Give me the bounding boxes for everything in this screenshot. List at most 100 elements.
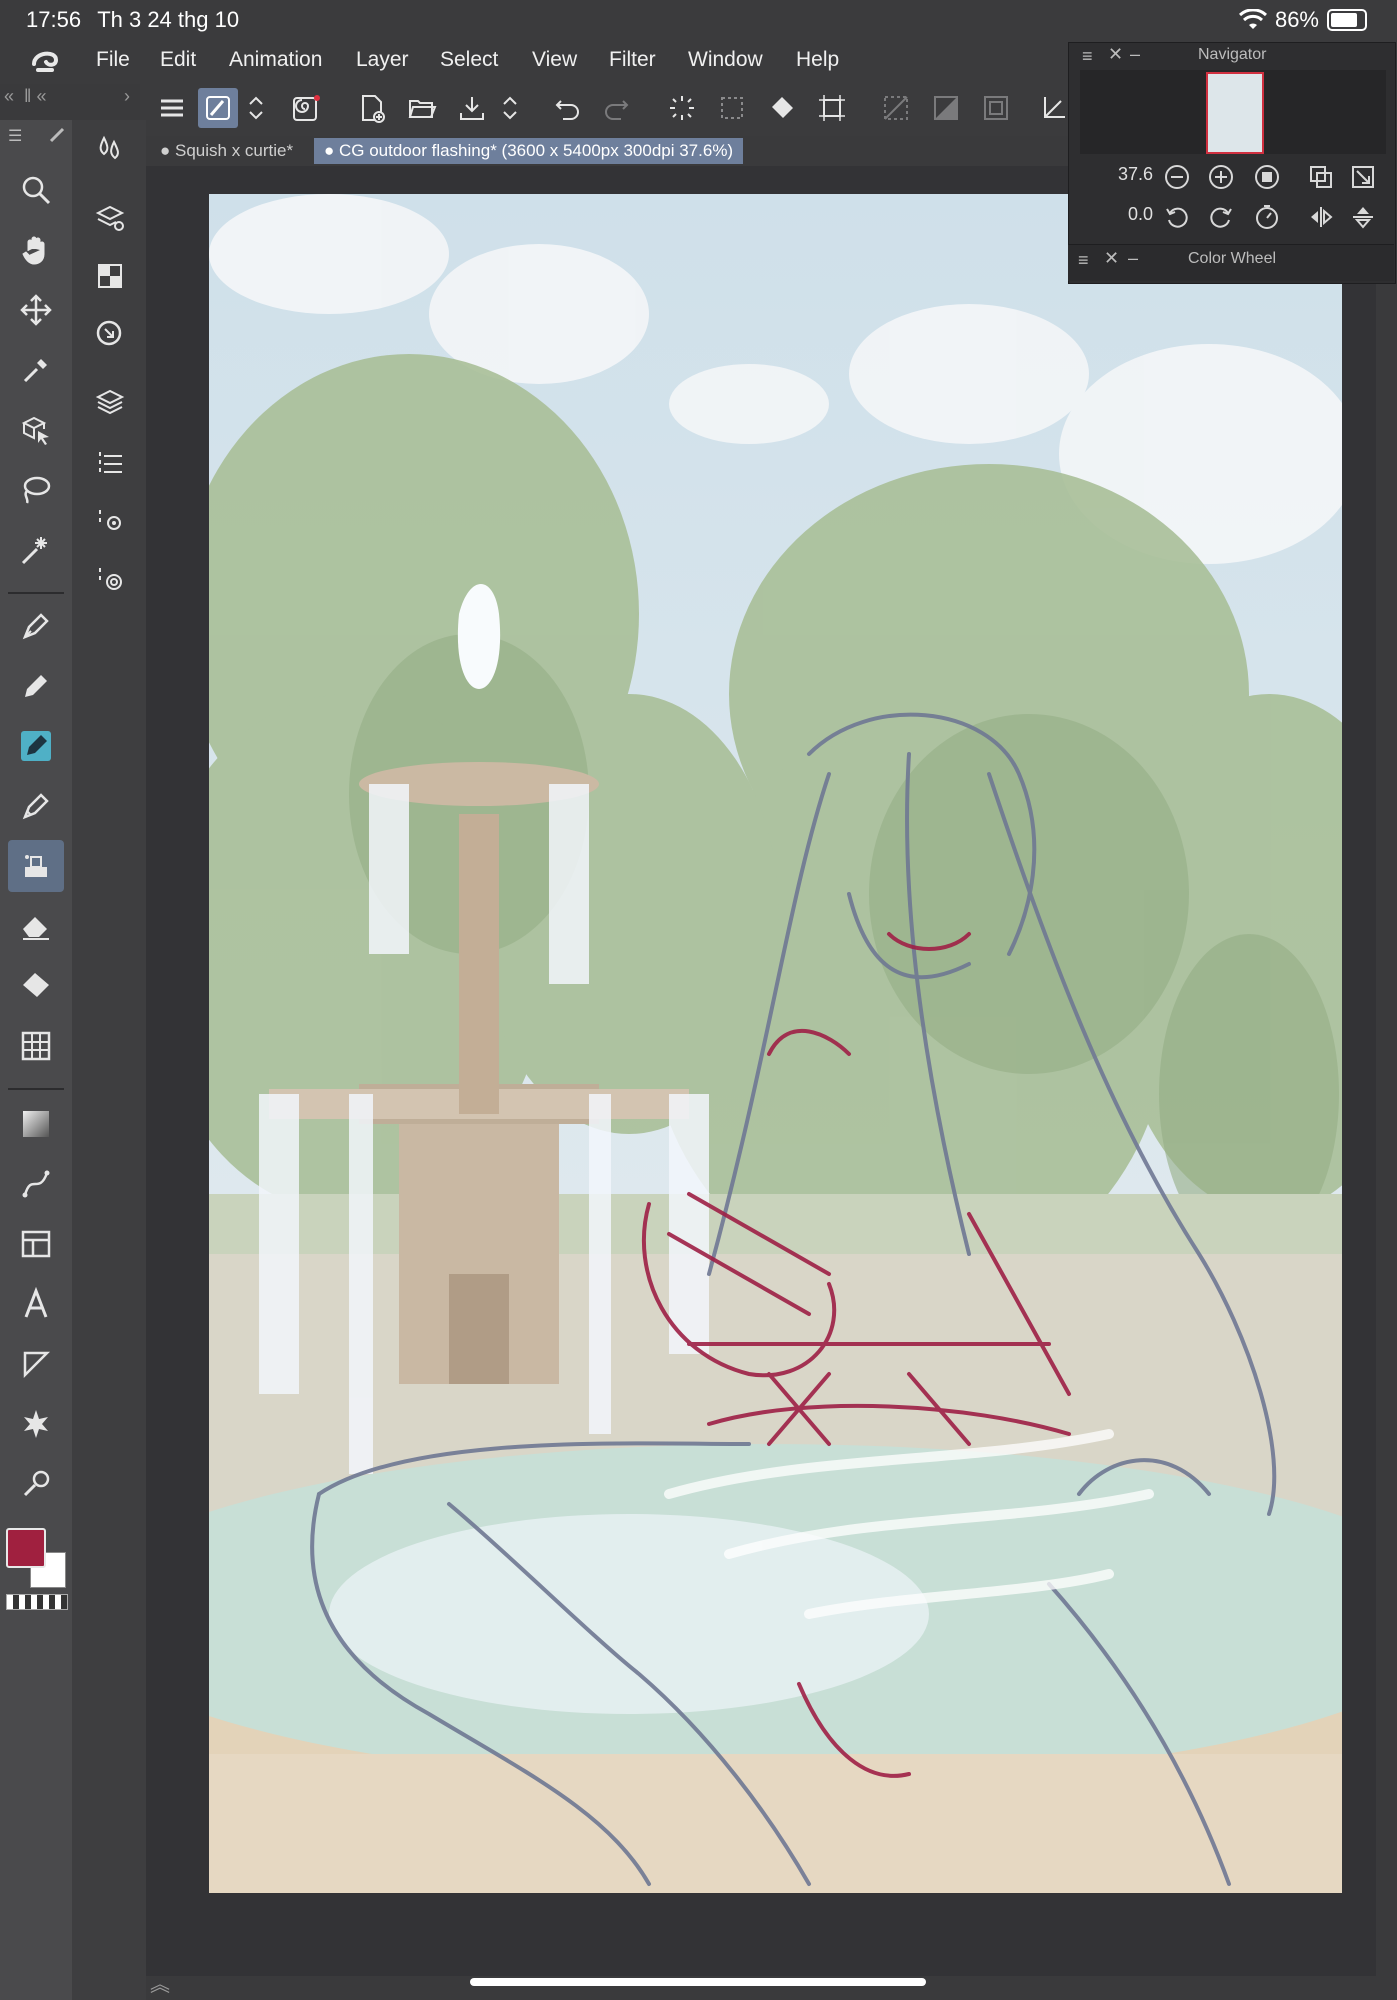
menu-layer[interactable]: Layer [356,48,409,72]
stepper-button[interactable] [244,88,268,128]
fit-canvas-button[interactable] [1348,162,1378,192]
tool-decoration[interactable] [8,840,64,892]
tool-eraser[interactable] [8,900,64,952]
menu-file[interactable]: File [96,48,130,72]
flip-horizontal-button[interactable] [1306,202,1336,232]
rotate-right-icon [1210,207,1232,228]
subtool-layers[interactable] [88,380,132,424]
navigator-menu-icon[interactable]: ≡ [1082,46,1093,67]
zoom-in-button[interactable] [1206,162,1236,192]
tool-text[interactable] [8,1278,64,1330]
flip-vertical-button[interactable] [1348,202,1378,232]
reset-rotation-button[interactable] [1252,202,1282,232]
tab-cg-outdoor-flashing[interactable]: ● CG outdoor flashing* (3600 x 5400px 30… [314,138,744,164]
fit-to-window-button[interactable] [1306,162,1336,192]
navigator-close-icon[interactable]: ✕ [1108,44,1123,65]
brush-size-button[interactable] [286,88,326,128]
redo-icon [605,100,629,120]
tab-squish-x-curtie[interactable]: ● Squish x curtie* [150,138,303,164]
rotate-right-button[interactable] [1206,202,1236,232]
navigator-minimize-icon[interactable]: – [1130,44,1140,65]
collapse-left-icon[interactable]: « ‖ « [4,86,46,107]
subtool-tone[interactable] [88,254,132,298]
hamburger-menu-button[interactable] [152,88,192,128]
artwork-illustration [209,194,1342,1893]
menu-window[interactable]: Window [688,48,763,72]
home-indicator[interactable] [470,1978,926,1986]
selection-border-button[interactable] [976,88,1016,128]
undo-icon [555,100,579,120]
menu-help[interactable]: Help [796,48,839,72]
menu-select[interactable]: Select [440,48,498,72]
menu-animation[interactable]: Animation [229,48,322,72]
tool-fill[interactable] [8,960,64,1012]
subtool-layer-property[interactable] [88,196,132,240]
tool-property-button[interactable] [198,88,238,128]
tool-object-select[interactable] [8,404,64,456]
tool-hand[interactable] [8,224,64,276]
tool-pencil[interactable] [8,660,64,712]
magic-wand-icon [21,537,47,565]
subtool-layer-settings[interactable] [88,498,132,542]
pen-indicator-icon [48,124,68,144]
main-color-swatch[interactable] [6,1528,46,1568]
loading-button[interactable] [662,88,702,128]
subtool-drops[interactable] [88,126,132,170]
tool-gradient[interactable] [8,1098,64,1150]
drawing-canvas[interactable] [209,194,1342,1893]
subtool-layer-list[interactable] [88,440,132,484]
menu-filter[interactable]: Filter [609,48,656,72]
effect-icon [24,1410,48,1438]
tool-correct-line[interactable] [8,1458,64,1510]
tool-palette-menu-icon[interactable]: ☰ [8,126,22,146]
chevron-up-icon[interactable]: ︽ [150,1968,170,1997]
tool-zoom[interactable] [8,164,64,216]
navigator-thumbnail[interactable] [1206,72,1264,154]
tool-effect[interactable] [8,1398,64,1450]
tool-eyedropper[interactable] [8,344,64,396]
tool-magic-wand[interactable] [8,524,64,576]
move-icon [20,294,52,326]
tool-airbrush[interactable] [8,780,64,832]
rotate-left-button[interactable] [1162,202,1192,232]
color-wheel-close-icon[interactable]: ✕ [1104,248,1119,269]
subtool-layer-target[interactable] [88,556,132,600]
fill-bucket-button[interactable] [762,88,802,128]
gear-icon [99,510,121,530]
save-button[interactable] [452,88,492,128]
tool-frame[interactable] [8,1218,64,1270]
expand-right-icon[interactable]: › [124,86,130,107]
menu-view[interactable]: View [532,48,577,72]
subtool-search[interactable] [88,312,132,356]
zoom-icon [22,176,51,205]
app-logo-icon[interactable] [30,46,62,74]
airbrush-icon [22,793,49,820]
tool-brush[interactable] [8,720,64,772]
navigator-zoom-value[interactable]: 37.6 [1118,164,1153,185]
tool-grid-fill[interactable] [8,1020,64,1072]
open-file-button[interactable] [402,88,442,128]
menu-edit[interactable]: Edit [160,48,196,72]
invert-selection-button[interactable] [926,88,966,128]
vector-icon [22,1170,50,1198]
selection-button[interactable] [712,88,752,128]
save-stepper-button[interactable] [498,88,522,128]
undo-button[interactable] [548,88,588,128]
new-file-button[interactable] [352,88,392,128]
navigator-rotation-value[interactable]: 0.0 [1128,204,1153,225]
zoom-out-button[interactable] [1162,162,1192,192]
tool-lasso[interactable] [8,464,64,516]
transform-button[interactable] [812,88,852,128]
layers-icon [95,389,125,415]
clear-selection-button[interactable] [876,88,916,128]
reset-zoom-button[interactable] [1252,162,1282,192]
tool-vector[interactable] [8,1158,64,1210]
redo-button[interactable] [596,88,636,128]
crop-icon [1044,97,1065,118]
color-wheel-menu-icon[interactable]: ≡ [1078,250,1089,271]
tool-pen[interactable] [8,600,64,652]
transparent-color-swatch[interactable] [6,1594,68,1610]
tool-move[interactable] [8,284,64,336]
color-wheel-minimize-icon[interactable]: – [1128,248,1138,269]
tool-balloon[interactable] [8,1338,64,1390]
